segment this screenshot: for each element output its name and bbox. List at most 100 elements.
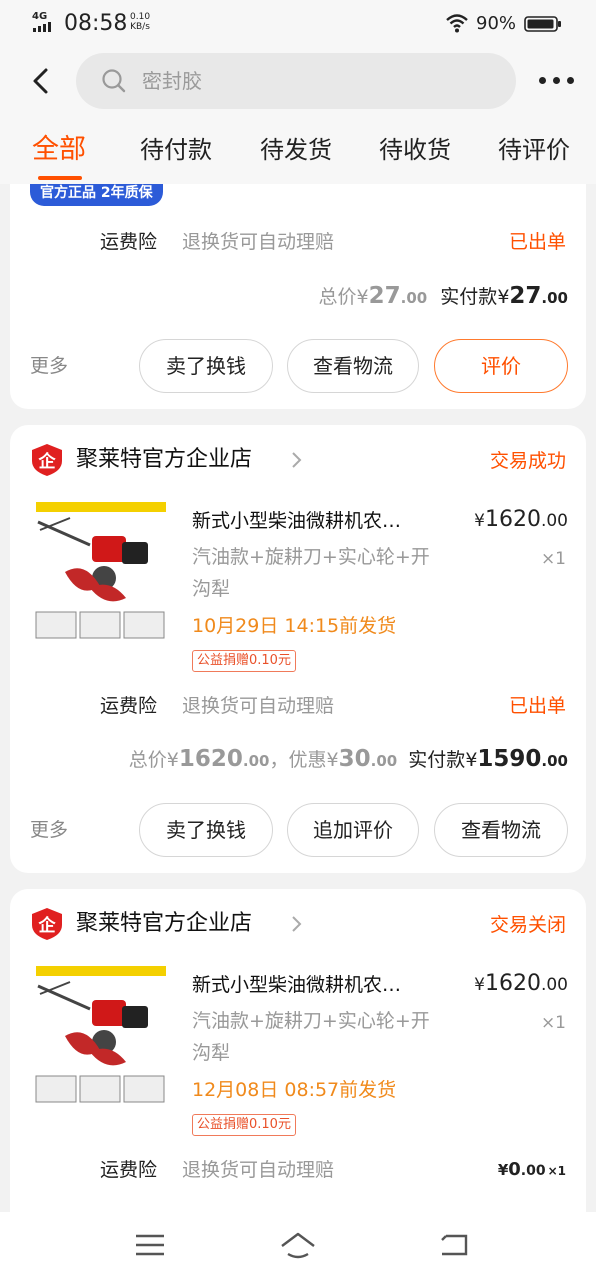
paid-amount: 1590	[477, 746, 542, 772]
shop-enterprise-icon: 企	[32, 908, 62, 940]
battery-icon	[524, 16, 561, 32]
clock: 08:58	[64, 11, 128, 36]
product-spec: 汽油款+旋耕刀+实心轮+开沟犁	[192, 1010, 430, 1064]
discount-currency: ¥	[326, 749, 339, 771]
ship-deadline: 10月29日 14:15前发货	[192, 615, 397, 637]
more-options-icon[interactable]	[536, 70, 576, 92]
total-label: 总价	[128, 749, 167, 771]
order-card: 官方正品 2年质保 运费险 退换货可自动理赔 已出单 总价¥27.00 实付款¥…	[10, 184, 586, 409]
shipping-insurance-label: 运费险	[100, 1159, 158, 1181]
order-price-summary: 总价¥27.00 实付款¥27.00	[319, 280, 569, 314]
active-tab-indicator	[38, 176, 82, 180]
paid-currency: ¥	[497, 1161, 509, 1179]
battery-percent: 90%	[476, 13, 517, 34]
tab-pending-shipment[interactable]: 待发货	[260, 134, 332, 166]
price-amount: 1620	[484, 971, 541, 996]
home-icon[interactable]	[280, 1230, 316, 1260]
signal-icon	[33, 22, 57, 32]
shop-enterprise-icon: 企	[32, 444, 62, 476]
paid-amount-summary: ¥0.00 ×1	[498, 1157, 566, 1184]
paid-decimal: .00	[541, 289, 568, 307]
total-decimal: .00	[242, 752, 270, 770]
total-amount: 27	[368, 283, 401, 309]
svg-text:企: 企	[38, 915, 57, 936]
total-amount: 1620	[178, 746, 243, 772]
paid-currency: ¥	[465, 749, 478, 771]
network-speed-unit: KB/s	[130, 22, 150, 32]
back-arrow-icon[interactable]	[24, 64, 58, 98]
product-title[interactable]: 新式小型柴油微耕机农…	[192, 971, 442, 999]
tab-pending-receipt[interactable]: 待收货	[379, 134, 451, 166]
network-type: 4G	[32, 11, 48, 22]
more-link[interactable]: 更多	[30, 353, 68, 379]
order-tabs: 全部 待付款 待发货 待收货 待评价	[0, 114, 596, 184]
search-input[interactable]: 密封胶	[76, 53, 516, 109]
product-title[interactable]: 新式小型柴油微耕机农…	[192, 507, 442, 535]
network-speed: 0.10 KB/s	[130, 12, 150, 32]
price-decimal: .00	[540, 975, 568, 995]
resell-button[interactable]: 卖了换钱	[139, 803, 273, 857]
review-button[interactable]: 评价	[434, 339, 568, 393]
discount-decimal: .00	[370, 752, 398, 770]
chevron-right-icon[interactable]	[290, 915, 302, 933]
back-gesture-icon[interactable]	[436, 1230, 472, 1260]
charity-tag: 公益捐赠0.10元	[192, 1114, 296, 1136]
shipping-insurance-label: 运费险	[100, 695, 158, 717]
paid-currency: ¥	[497, 286, 510, 308]
order-price-summary: 总价¥1620.00，优惠¥30.00 实付款¥1590.00	[129, 743, 568, 777]
total-currency: ¥	[356, 286, 369, 308]
tab-pending-payment[interactable]: 待付款	[140, 134, 212, 166]
paid-decimal: .00	[520, 1163, 546, 1179]
insurance-status: 已出单	[508, 695, 566, 717]
header: 密封胶	[0, 48, 596, 114]
tab-pending-review[interactable]: 待评价	[498, 134, 570, 166]
tab-all[interactable]: 全部	[32, 134, 86, 166]
paid-quantity: ×1	[547, 1164, 566, 1178]
product-price: ¥1620.00	[474, 969, 568, 1000]
more-link[interactable]: 更多	[30, 817, 68, 843]
search-placeholder: 密封胶	[142, 69, 202, 93]
separator: ，	[269, 749, 289, 771]
price-amount: 1620	[484, 507, 541, 532]
menu-icon[interactable]	[132, 1230, 168, 1260]
paid-label: 实付款	[408, 749, 466, 771]
svg-text:企: 企	[38, 451, 57, 472]
price-currency: ¥	[474, 975, 485, 995]
view-logistics-button[interactable]: 查看物流	[434, 803, 568, 857]
insurance-status: 已出单	[508, 231, 566, 253]
order-status: 交易成功	[489, 450, 566, 472]
status-bar: 4G 08:58 0.10 KB/s 90%	[0, 0, 596, 48]
paid-amount: 0	[508, 1159, 521, 1180]
total-decimal: .00	[400, 289, 428, 307]
shop-name[interactable]: 聚莱特官方企业店	[76, 907, 252, 941]
wifi-icon	[446, 14, 468, 33]
total-currency: ¥	[166, 749, 179, 771]
ship-deadline: 12月08日 08:57前发货	[192, 1079, 397, 1101]
order-card: 企 聚莱特官方企业店 交易关闭 新式小型柴油微耕机农… ¥1620.00 汽油款…	[10, 889, 586, 1219]
product-price: ¥1620.00	[474, 505, 568, 536]
resell-button[interactable]: 卖了换钱	[139, 339, 273, 393]
shipping-insurance-label: 运费险	[100, 231, 158, 253]
shipping-insurance-desc: 退换货可自动理赔	[182, 231, 335, 253]
total-label: 总价	[318, 286, 357, 308]
shipping-insurance-desc: 退换货可自动理赔	[182, 695, 335, 717]
network-speed-value: 0.10	[130, 12, 151, 22]
guarantee-badge: 官方正品 2年质保	[30, 184, 163, 206]
order-card: 企 聚莱特官方企业店 交易成功 新式小型柴油微耕机农… ¥1620.00 汽油款…	[10, 425, 586, 873]
shop-name[interactable]: 聚莱特官方企业店	[76, 443, 252, 477]
charity-tag: 公益捐赠0.10元	[192, 650, 296, 672]
shipping-insurance-desc: 退换货可自动理赔	[182, 1159, 335, 1181]
view-logistics-button[interactable]: 查看物流	[287, 339, 419, 393]
product-quantity: ×1	[540, 1013, 566, 1033]
product-thumbnail[interactable]	[30, 500, 172, 642]
product-thumbnail[interactable]	[30, 964, 172, 1106]
paid-amount: 27	[509, 283, 542, 309]
add-review-button[interactable]: 追加评价	[287, 803, 419, 857]
discount-label: 优惠	[288, 749, 327, 771]
product-quantity: ×1	[540, 549, 566, 569]
price-currency: ¥	[474, 511, 485, 531]
system-nav-bar	[0, 1212, 596, 1280]
search-icon	[102, 69, 126, 93]
paid-decimal: .00	[541, 752, 568, 770]
chevron-right-icon[interactable]	[290, 451, 302, 469]
